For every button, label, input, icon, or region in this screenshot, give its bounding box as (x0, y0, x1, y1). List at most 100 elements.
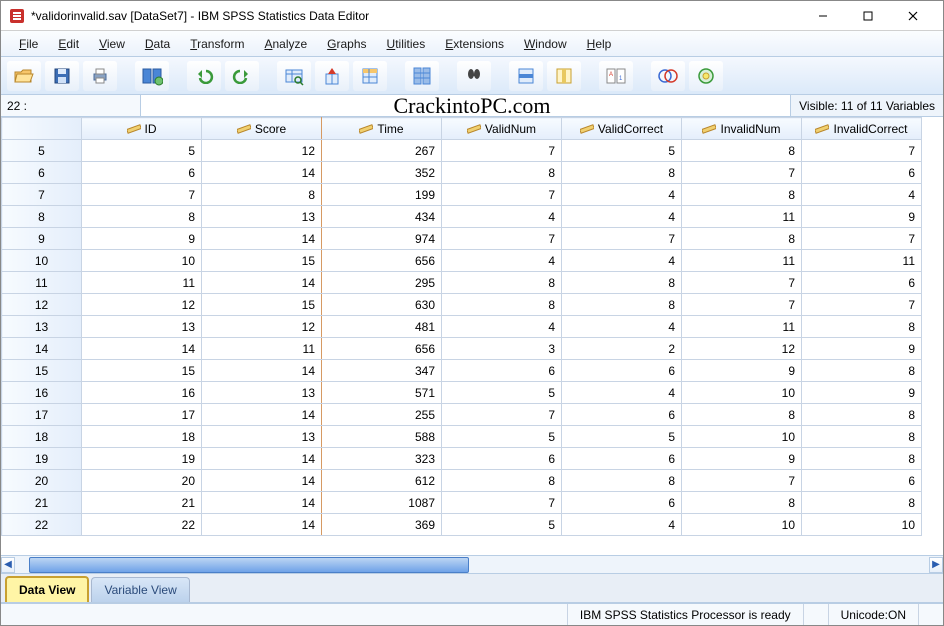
cell[interactable]: 8 (682, 492, 802, 514)
cell[interactable]: 4 (442, 206, 562, 228)
menu-edit[interactable]: Edit (58, 37, 79, 51)
row-header[interactable]: 18 (2, 426, 82, 448)
cell[interactable]: 8 (442, 272, 562, 294)
cell[interactable]: 16 (82, 382, 202, 404)
close-button[interactable] (890, 4, 935, 28)
column-header-invalidnum[interactable]: InvalidNum (682, 118, 802, 140)
cell[interactable]: 7 (442, 404, 562, 426)
horizontal-scrollbar[interactable]: ◀ ▶ (1, 555, 943, 573)
cell[interactable]: 3 (442, 338, 562, 360)
cell[interactable]: 6 (442, 360, 562, 382)
row-header[interactable]: 6 (2, 162, 82, 184)
redo-button[interactable] (225, 61, 259, 91)
cell[interactable]: 1087 (322, 492, 442, 514)
cell[interactable]: 11 (682, 250, 802, 272)
menu-file[interactable]: File (19, 37, 38, 51)
cell[interactable]: 9 (682, 448, 802, 470)
cell[interactable]: 22 (82, 514, 202, 536)
cell[interactable]: 12 (682, 338, 802, 360)
cell[interactable]: 8 (682, 404, 802, 426)
cell[interactable]: 7 (442, 140, 562, 162)
cell[interactable]: 8 (562, 272, 682, 294)
cell[interactable]: 8 (562, 470, 682, 492)
cell[interactable]: 14 (202, 448, 322, 470)
data-grid[interactable]: IDScoreTimeValidNumValidCorrectInvalidNu… (1, 117, 943, 555)
row-header[interactable]: 14 (2, 338, 82, 360)
tab-variable-view[interactable]: Variable View (91, 577, 189, 602)
cell[interactable]: 7 (682, 162, 802, 184)
tab-data-view[interactable]: Data View (5, 576, 89, 602)
cell[interactable]: 8 (682, 228, 802, 250)
cell[interactable]: 8 (802, 404, 922, 426)
row-header[interactable]: 11 (2, 272, 82, 294)
cell[interactable]: 352 (322, 162, 442, 184)
cell[interactable]: 7 (82, 184, 202, 206)
cell[interactable]: 630 (322, 294, 442, 316)
cell[interactable]: 8 (802, 448, 922, 470)
column-header-invalidcorrect[interactable]: InvalidCorrect (802, 118, 922, 140)
cell[interactable]: 199 (322, 184, 442, 206)
insert-variable-button[interactable] (547, 61, 581, 91)
open-button[interactable] (7, 61, 41, 91)
cell[interactable]: 15 (202, 250, 322, 272)
cell[interactable]: 17 (82, 404, 202, 426)
cell[interactable]: 14 (82, 338, 202, 360)
cell[interactable]: 4 (562, 514, 682, 536)
cell[interactable]: 7 (682, 470, 802, 492)
show-all-button[interactable] (689, 61, 723, 91)
row-header[interactable]: 17 (2, 404, 82, 426)
save-button[interactable] (45, 61, 79, 91)
cell[interactable]: 20 (82, 470, 202, 492)
cell[interactable]: 6 (562, 360, 682, 382)
row-header[interactable]: 19 (2, 448, 82, 470)
cell[interactable]: 21 (82, 492, 202, 514)
column-header-score[interactable]: Score (202, 118, 322, 140)
cell[interactable]: 295 (322, 272, 442, 294)
cell[interactable]: 4 (442, 250, 562, 272)
find-button[interactable] (457, 61, 491, 91)
cell[interactable]: 8 (442, 294, 562, 316)
cell[interactable]: 9 (802, 338, 922, 360)
cell[interactable]: 8 (562, 162, 682, 184)
cell[interactable]: 10 (82, 250, 202, 272)
cell[interactable]: 13 (202, 206, 322, 228)
cell[interactable]: 9 (802, 206, 922, 228)
cell[interactable]: 14 (202, 514, 322, 536)
minimize-button[interactable] (800, 4, 845, 28)
cell[interactable]: 14 (202, 360, 322, 382)
cell[interactable]: 10 (682, 382, 802, 404)
cell[interactable]: 6 (562, 492, 682, 514)
cell[interactable]: 5 (442, 426, 562, 448)
cell[interactable]: 7 (442, 228, 562, 250)
cell[interactable]: 656 (322, 250, 442, 272)
row-header[interactable]: 9 (2, 228, 82, 250)
menu-data[interactable]: Data (145, 37, 170, 51)
cell[interactable]: 8 (682, 140, 802, 162)
cell[interactable]: 7 (682, 294, 802, 316)
cell[interactable]: 10 (682, 514, 802, 536)
row-header[interactable]: 8 (2, 206, 82, 228)
cell[interactable]: 8 (802, 492, 922, 514)
cell[interactable]: 7 (802, 140, 922, 162)
cell[interactable]: 12 (202, 316, 322, 338)
row-header[interactable]: 21 (2, 492, 82, 514)
cell[interactable]: 15 (202, 294, 322, 316)
row-header[interactable]: 5 (2, 140, 82, 162)
variables-button[interactable] (353, 61, 387, 91)
cell[interactable]: 8 (562, 294, 682, 316)
cell[interactable]: 6 (802, 162, 922, 184)
cell[interactable]: 255 (322, 404, 442, 426)
cell[interactable]: 267 (322, 140, 442, 162)
maximize-button[interactable] (845, 4, 890, 28)
cell[interactable]: 7 (802, 228, 922, 250)
cell[interactable]: 4 (562, 250, 682, 272)
cell[interactable]: 14 (202, 404, 322, 426)
cell[interactable]: 5 (82, 140, 202, 162)
column-header-validcorrect[interactable]: ValidCorrect (562, 118, 682, 140)
print-button[interactable] (83, 61, 117, 91)
cell[interactable]: 6 (562, 404, 682, 426)
cell[interactable]: 7 (562, 228, 682, 250)
cell[interactable]: 4 (442, 316, 562, 338)
cell[interactable]: 5 (562, 426, 682, 448)
cell[interactable]: 4 (562, 382, 682, 404)
